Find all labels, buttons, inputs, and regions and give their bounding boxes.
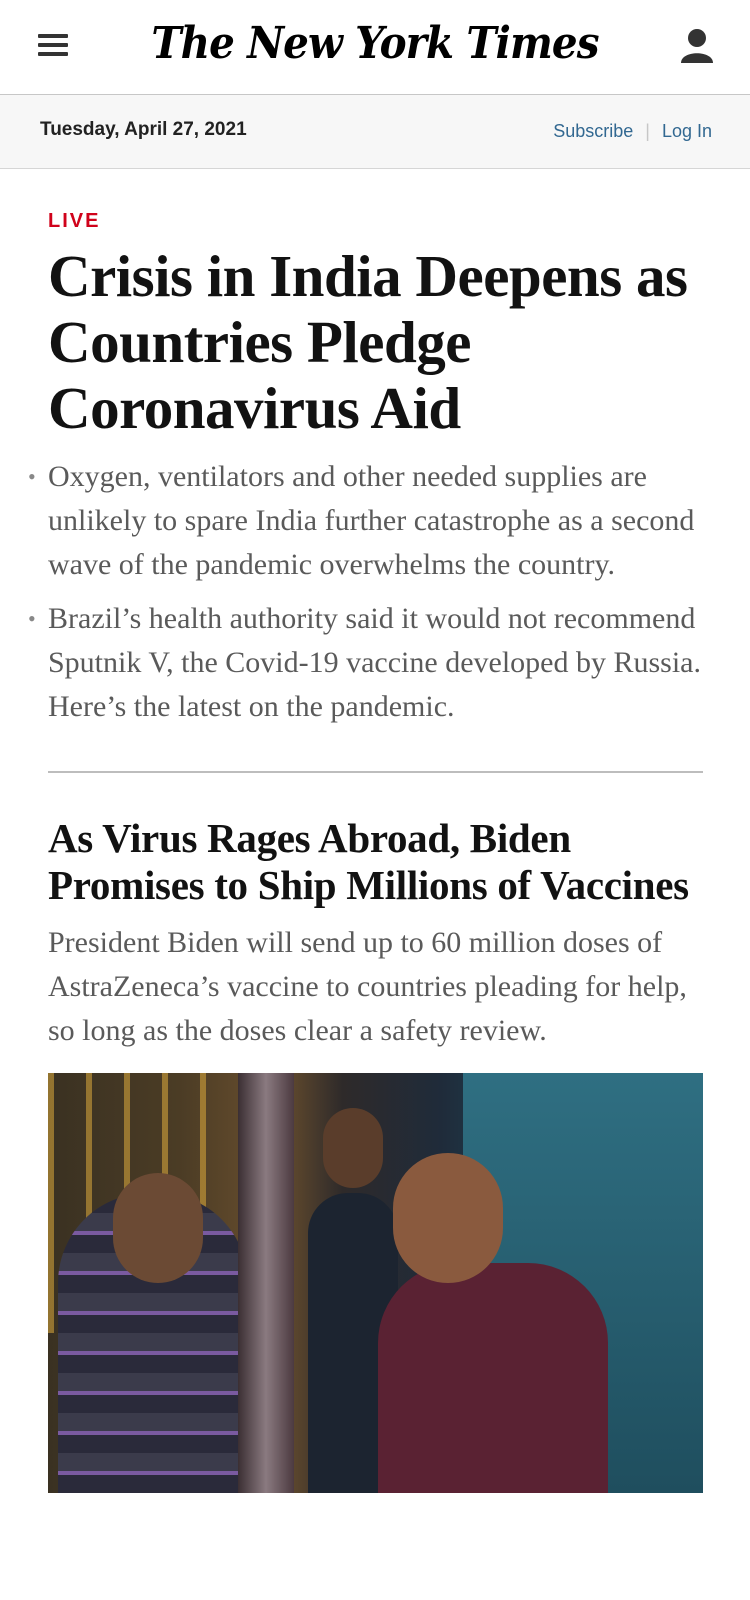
main-content: LIVE Crisis in India Deepens as Countrie… (28, 210, 703, 1493)
section-divider (48, 771, 703, 773)
lead-headline[interactable]: Crisis in India Deepens as Countries Ple… (48, 243, 703, 441)
second-story[interactable]: As Virus Rages Abroad, Biden Promises to… (48, 815, 703, 1493)
lead-summary-list: Oxygen, ventilators and other needed sup… (28, 455, 703, 729)
login-link[interactable]: Log In (662, 121, 712, 141)
second-headline[interactable]: As Virus Rages Abroad, Biden Promises to… (48, 815, 703, 909)
second-summary: President Biden will send up to 60 milli… (48, 926, 687, 1047)
user-account-icon[interactable] (680, 28, 714, 64)
live-label: LIVE (48, 210, 101, 232)
story-photo[interactable] (48, 1073, 703, 1493)
masthead: The New York Times (0, 0, 750, 95)
lead-story[interactable]: LIVE Crisis in India Deepens as Countrie… (28, 210, 703, 729)
subscribe-link[interactable]: Subscribe (553, 121, 633, 141)
current-date: Tuesday, April 27, 2021 (40, 119, 247, 140)
date-bar: Tuesday, April 27, 2021 Subscribe | Log In (0, 95, 750, 169)
link-separator: | (645, 121, 650, 141)
account-links: Subscribe | Log In (553, 121, 712, 142)
summary-bullet[interactable]: Brazil’s health authority said it would … (28, 597, 703, 729)
summary-bullet[interactable]: Oxygen, ventilators and other needed sup… (28, 455, 703, 587)
nyt-logo[interactable]: The New York Times (30, 18, 720, 69)
